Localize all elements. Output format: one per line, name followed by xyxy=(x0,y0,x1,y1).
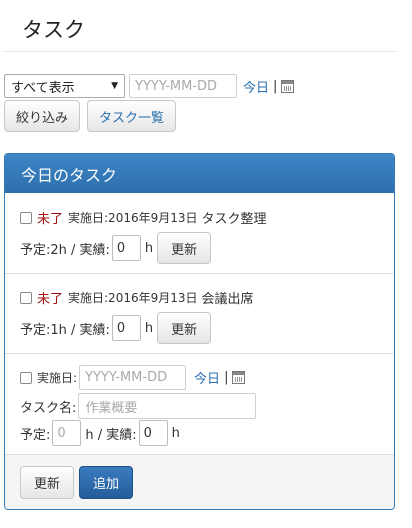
planned-hours-input[interactable]: 0 xyxy=(52,420,82,446)
task-name-label: タスク名: xyxy=(20,400,77,416)
task-item: 未了 実施日:2016年9月13日 会議出席 予定:1h / 実績: 0 h 更… xyxy=(5,274,394,354)
task-checkbox[interactable] xyxy=(20,291,32,304)
actual-hours-input[interactable]: 0 xyxy=(138,420,168,446)
hours-unit: h xyxy=(144,320,154,336)
page-title: タスク xyxy=(22,18,85,42)
today-tasks-panel: 今日のタスク 未了 実施日:2016年9月13日 タスク整理 予定:2h / 実… xyxy=(4,153,395,510)
view-filter-select[interactable]: すべて表示 ▼ xyxy=(4,74,125,98)
title-divider xyxy=(4,51,396,52)
add-button[interactable]: 追加 xyxy=(79,466,133,499)
new-task-date-label: 実施日: xyxy=(37,371,78,385)
task-name-input[interactable]: 作業概要 xyxy=(78,393,257,419)
task-update-button[interactable]: 更新 xyxy=(157,312,212,344)
task-item: 未了 実施日:2016年9月13日 タスク整理 予定:2h / 実績: 0 h … xyxy=(5,194,394,274)
filter-date-input[interactable]: YYYY-MM-DD xyxy=(129,74,237,98)
task-list-button[interactable]: タスク一覧 xyxy=(87,100,176,132)
update-button[interactable]: 更新 xyxy=(20,466,74,499)
separator: | xyxy=(224,370,229,385)
filter-button[interactable]: 絞り込み xyxy=(4,100,80,132)
new-task-form: 実施日: YYYY-MM-DD 今日 | タスク名: 作業概要 予定: 0 h … xyxy=(5,354,394,454)
chevron-down-icon: ▼ xyxy=(111,81,118,91)
panel-footer: 更新 追加 xyxy=(5,454,394,509)
task-name: 会議出席 xyxy=(201,292,254,307)
task-update-button[interactable]: 更新 xyxy=(157,232,212,264)
view-filter-value: すべて表示 xyxy=(11,80,75,96)
task-name: タスク整理 xyxy=(201,212,267,227)
task-date: 実施日:2016年9月13日 xyxy=(68,211,198,225)
filter-row: すべて表示 ▼ YYYY-MM-DD 今日 | xyxy=(4,73,295,99)
separator: | xyxy=(273,78,278,94)
task-date: 実施日:2016年9月13日 xyxy=(68,291,198,305)
filter-buttons: 絞り込み タスク一覧 xyxy=(4,100,176,132)
status-badge: 未了 xyxy=(37,212,64,227)
task-hours-label: 予定:1h / 実績: xyxy=(20,322,110,338)
calendar-icon[interactable] xyxy=(281,79,295,93)
new-task-date-input[interactable]: YYYY-MM-DD xyxy=(79,365,187,390)
task-checkbox[interactable] xyxy=(20,211,32,224)
hours-unit: h xyxy=(144,240,154,256)
status-badge: 未了 xyxy=(37,292,64,307)
task-hours-label: 予定:2h / 実績: xyxy=(20,242,110,258)
actual-hours-input[interactable]: 0 xyxy=(111,315,141,341)
new-task-today-link[interactable]: 今日 xyxy=(194,368,220,387)
hours-unit: h xyxy=(171,425,180,441)
filter-today-link[interactable]: 今日 xyxy=(243,77,269,96)
unit-actual-label: h / 実績: xyxy=(85,427,137,443)
actual-hours-input[interactable]: 0 xyxy=(111,235,141,261)
new-task-checkbox[interactable] xyxy=(20,371,32,384)
panel-heading: 今日のタスク xyxy=(5,154,394,193)
calendar-icon[interactable] xyxy=(232,371,246,384)
planned-label: 予定: xyxy=(20,427,51,443)
